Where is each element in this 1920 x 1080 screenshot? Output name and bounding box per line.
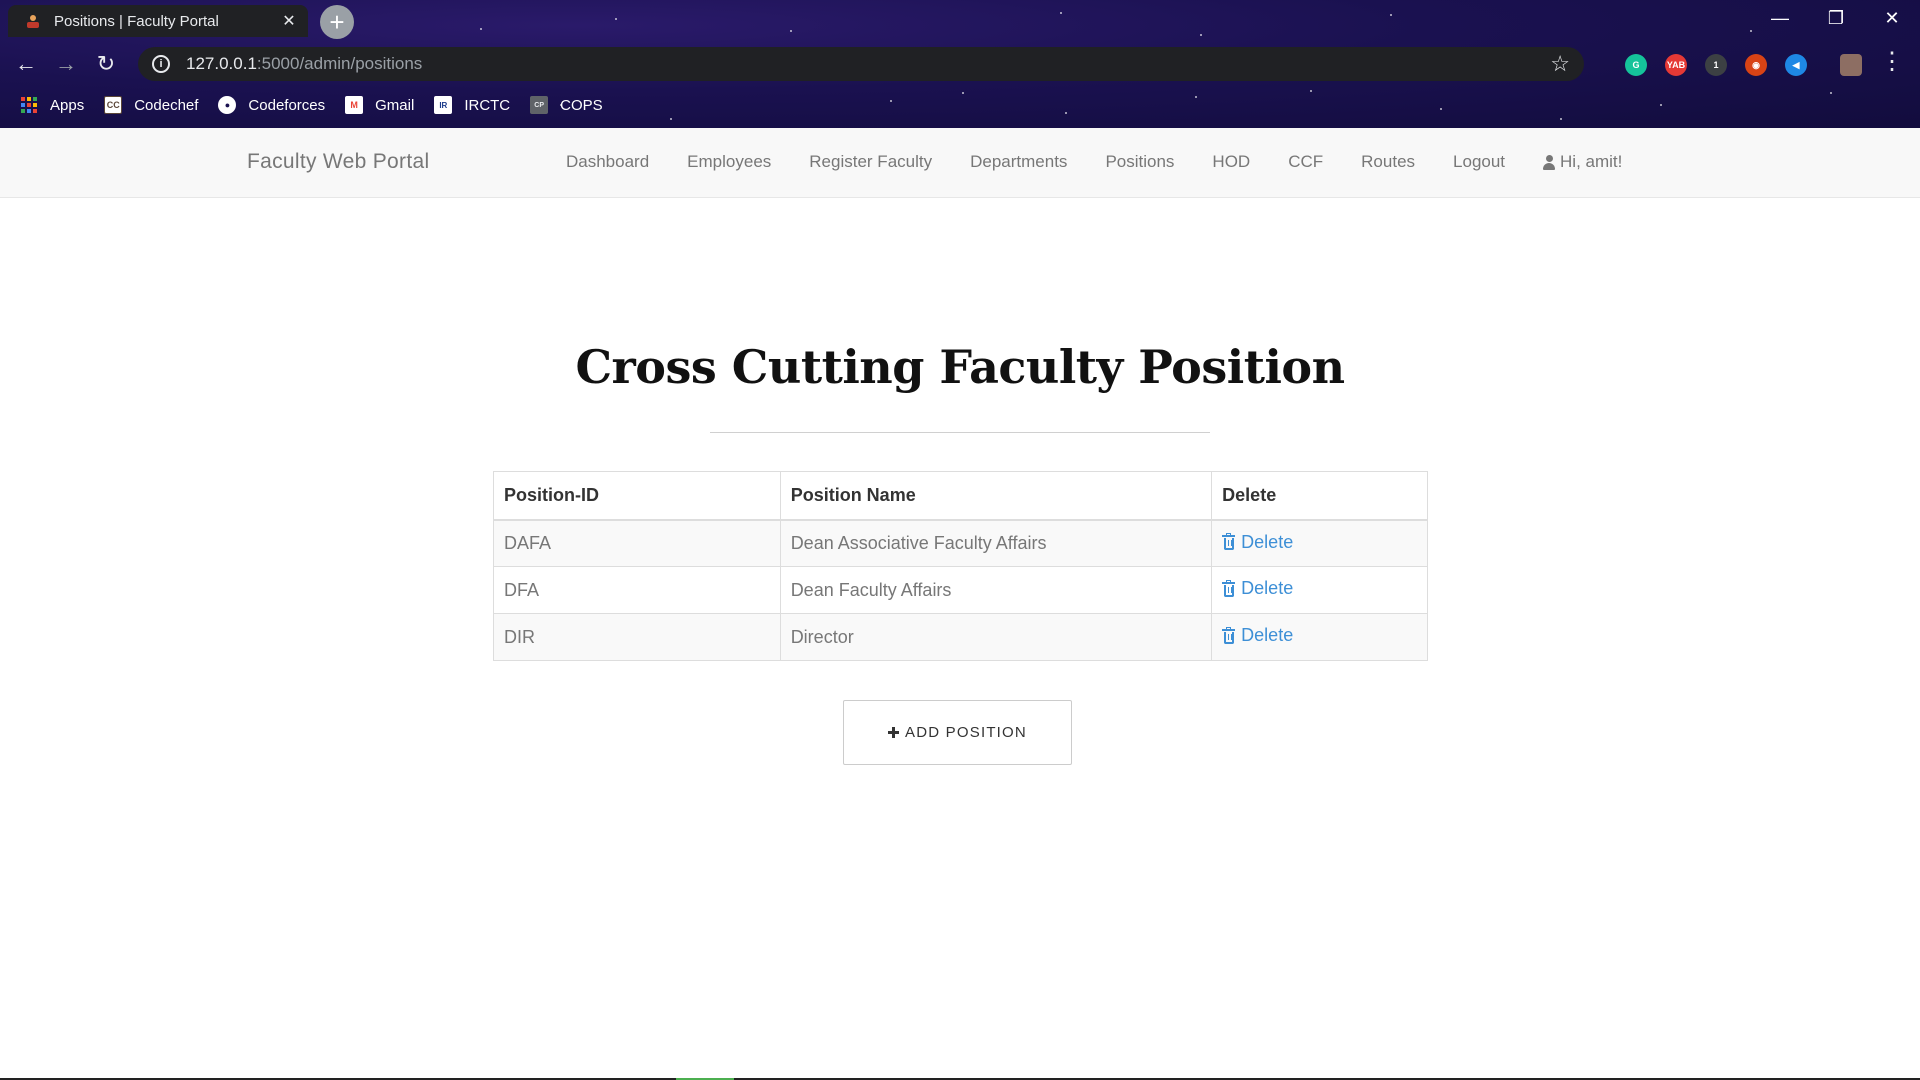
trash-icon bbox=[1222, 579, 1236, 597]
plus-icon bbox=[888, 727, 900, 738]
restore-button[interactable]: ❐ bbox=[1808, 0, 1864, 36]
nav-links: Dashboard Employees Register Faculty Dep… bbox=[566, 152, 1622, 172]
delete-label: Delete bbox=[1241, 531, 1294, 552]
nav-employees[interactable]: Employees bbox=[687, 152, 771, 172]
irctc-icon: IR bbox=[434, 96, 453, 114]
add-position-label: ADD POSITION bbox=[905, 724, 1027, 741]
header-position-id: Position-ID bbox=[493, 471, 781, 521]
nav-positions[interactable]: Positions bbox=[1105, 152, 1174, 172]
bookmark-label: Codeforces bbox=[248, 96, 326, 114]
tab-close-icon[interactable]: ✕ bbox=[280, 11, 298, 31]
site-navbar: Faculty Web Portal Dashboard Employees R… bbox=[0, 128, 1920, 198]
nav-dashboard[interactable]: Dashboard bbox=[566, 152, 649, 172]
eye-extension-icon[interactable]: ◉ bbox=[1745, 54, 1767, 76]
reload-icon[interactable]: ↻ bbox=[90, 48, 122, 80]
url-host: 127.0.0.1 bbox=[186, 54, 257, 73]
trash-icon bbox=[1222, 533, 1236, 550]
delete-link[interactable]: Delete bbox=[1222, 578, 1293, 599]
gmail-icon: M bbox=[345, 96, 364, 114]
bookmark-label: Codechef bbox=[134, 96, 199, 114]
site-info-icon[interactable]: i bbox=[152, 55, 170, 73]
codechef-icon: CC bbox=[104, 96, 123, 114]
tab-title: Positions | Faculty Portal bbox=[54, 12, 219, 30]
screen-recorder-icon[interactable]: 1 bbox=[1705, 54, 1727, 76]
position-name-cell: Dean Associative Faculty Affairs bbox=[779, 519, 1213, 567]
brand-logo-text[interactable]: Faculty Web Portal bbox=[247, 150, 429, 174]
delete-link[interactable]: Delete bbox=[1222, 532, 1293, 553]
window-controls: — ❐ ✕ bbox=[1752, 0, 1920, 36]
table-row: DAFA Dean Associative Faculty Affairs De… bbox=[493, 519, 1428, 567]
address-bar[interactable]: i 127.0.0.1:5000/admin/positions ☆ bbox=[138, 47, 1584, 81]
nav-hod[interactable]: HOD bbox=[1212, 152, 1250, 172]
table-row: DIR Director Delete bbox=[493, 613, 1428, 661]
back-arrow-icon[interactable]: ← bbox=[10, 48, 42, 80]
position-id-cell: DAFA bbox=[493, 519, 781, 567]
position-id-cell: DFA bbox=[493, 566, 781, 614]
browser-tab[interactable]: Positions | Faculty Portal ✕ bbox=[8, 5, 308, 37]
window-close-button[interactable]: ✕ bbox=[1864, 0, 1920, 36]
bookmark-codechef[interactable]: CC Codechef bbox=[104, 96, 198, 114]
bookmark-label: COPS bbox=[560, 96, 603, 114]
header-position-name: Position Name bbox=[779, 471, 1213, 521]
profile-avatar-icon[interactable] bbox=[1840, 54, 1862, 76]
apps-grid-icon bbox=[20, 96, 38, 114]
nav-user-greeting[interactable]: Hi, amit! bbox=[1543, 152, 1622, 172]
title-divider bbox=[710, 432, 1210, 433]
new-tab-button[interactable]: + bbox=[320, 5, 354, 39]
speaker-extension-icon[interactable]: ◀ bbox=[1785, 54, 1807, 76]
browser-chrome: Positions | Faculty Portal ✕ + — ❐ ✕ ← →… bbox=[0, 0, 1920, 128]
table-row: DFA Dean Faculty Affairs Delete bbox=[493, 566, 1428, 614]
delete-cell: Delete bbox=[1211, 519, 1428, 567]
bookmark-gmail[interactable]: M Gmail bbox=[345, 96, 414, 114]
faculty-portal-favicon-icon bbox=[24, 13, 42, 29]
minimize-button[interactable]: — bbox=[1752, 0, 1808, 36]
delete-label: Delete bbox=[1241, 578, 1294, 599]
nav-routes[interactable]: Routes bbox=[1361, 152, 1415, 172]
browser-menu-icon[interactable]: ⋮ bbox=[1880, 50, 1904, 74]
bookmark-label: IRCTC bbox=[464, 96, 511, 114]
delete-cell: Delete bbox=[1211, 613, 1428, 661]
bookmark-codeforces[interactable]: ● Codeforces bbox=[218, 96, 325, 114]
bookmark-cops[interactable]: CP COPS bbox=[530, 96, 603, 114]
nav-register-faculty[interactable]: Register Faculty bbox=[809, 152, 932, 172]
user-icon bbox=[1543, 154, 1556, 170]
bookmarks-bar: Apps CC Codechef ● Codeforces M Gmail IR… bbox=[0, 92, 603, 118]
trash-icon bbox=[1222, 626, 1236, 644]
nav-departments[interactable]: Departments bbox=[970, 152, 1067, 172]
delete-cell: Delete bbox=[1211, 566, 1428, 614]
delete-link[interactable]: Delete bbox=[1222, 625, 1293, 646]
user-greeting-text: Hi, amit! bbox=[1560, 152, 1623, 171]
delete-label: Delete bbox=[1241, 625, 1294, 646]
cops-icon: CP bbox=[530, 96, 549, 114]
url-path: :5000/admin/positions bbox=[256, 54, 423, 73]
bookmark-irctc[interactable]: IR IRCTC bbox=[434, 96, 510, 114]
forward-arrow-icon[interactable]: → bbox=[50, 48, 82, 80]
position-name-cell: Director bbox=[779, 613, 1213, 661]
nav-ccf[interactable]: CCF bbox=[1288, 152, 1323, 172]
position-id-cell: DIR bbox=[493, 613, 781, 661]
yab-icon[interactable]: YAB bbox=[1665, 54, 1687, 76]
nav-logout[interactable]: Logout bbox=[1453, 152, 1505, 172]
add-position-button[interactable]: ADD POSITION bbox=[843, 700, 1072, 765]
positions-table: Position-ID Position Name Delete DAFA De… bbox=[493, 471, 1428, 661]
codeforces-icon: ● bbox=[218, 96, 237, 114]
position-name-cell: Dean Faculty Affairs bbox=[779, 566, 1213, 614]
bookmark-label: Apps bbox=[50, 96, 85, 114]
header-delete: Delete bbox=[1211, 471, 1428, 521]
bookmark-apps[interactable]: Apps bbox=[20, 96, 84, 114]
bookmark-label: Gmail bbox=[375, 96, 415, 114]
page-title: Cross Cutting Faculty Position bbox=[575, 340, 1345, 394]
bookmark-star-icon[interactable]: ☆ bbox=[1550, 51, 1570, 77]
browser-toolbar: ← → ↻ i 127.0.0.1:5000/admin/positions ☆… bbox=[0, 44, 1920, 84]
grammarly-icon[interactable]: G bbox=[1625, 54, 1647, 76]
table-header-row: Position-ID Position Name Delete bbox=[493, 471, 1428, 521]
